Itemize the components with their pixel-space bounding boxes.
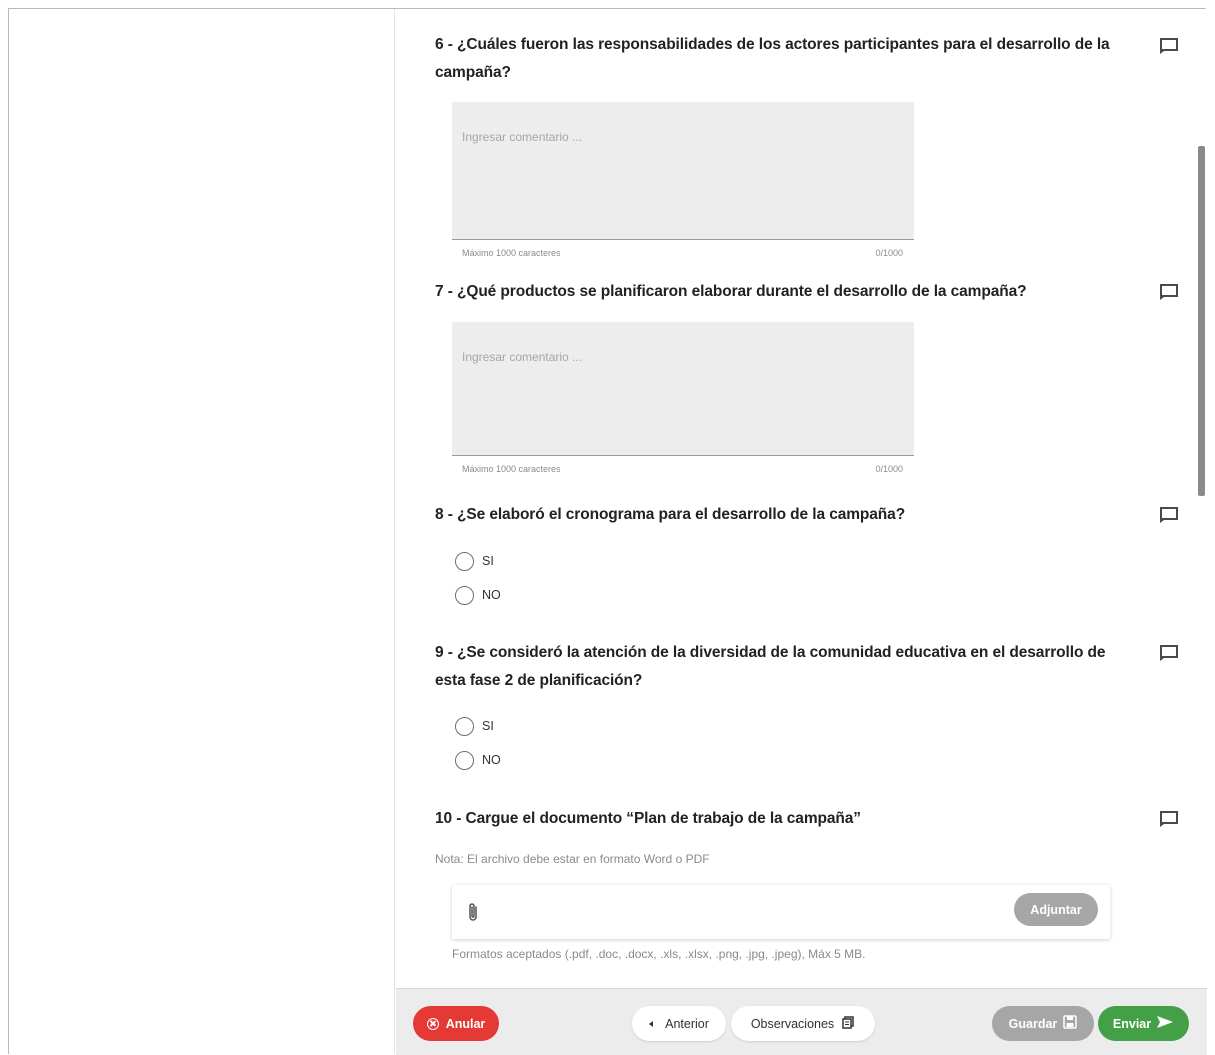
question-6-title: 6 - ¿Cuáles fueron las responsabilidades…: [435, 36, 1110, 81]
question-8-option-si[interactable]: SI: [455, 550, 494, 572]
radio-button[interactable]: [455, 551, 474, 571]
question-7-comment-textarea[interactable]: Ingresar comentario ...: [452, 322, 914, 456]
scrollbar-thumb[interactable]: [1198, 146, 1205, 496]
comment-icon[interactable]: [1158, 505, 1180, 525]
textarea-placeholder: Ingresar comentario ...: [462, 130, 583, 144]
comment-icon[interactable]: [1158, 643, 1180, 663]
radio-button[interactable]: [455, 750, 474, 770]
file-upload-field[interactable]: Adjuntar: [452, 885, 1110, 939]
radio-button[interactable]: [455, 716, 474, 736]
previous-button[interactable]: Anterior: [632, 1006, 726, 1041]
send-icon: [1156, 1015, 1174, 1032]
copy-icon: [842, 1015, 855, 1032]
question-10-title: 10 - Cargue el documento “Plan de trabaj…: [435, 810, 861, 827]
question-9-option-si[interactable]: SI: [455, 715, 494, 737]
chevron-left-icon: [649, 1020, 654, 1027]
comment-icon[interactable]: [1158, 282, 1180, 302]
save-button[interactable]: Guardar: [992, 1006, 1094, 1041]
question-8-title: 8 - ¿Se elaboró el cronograma para el de…: [435, 506, 906, 523]
textarea-placeholder: Ingresar comentario ...: [462, 350, 583, 364]
footer-toolbar: Anular Anterior Observaciones Guardar En…: [396, 988, 1207, 1055]
radio-label: SI: [482, 719, 494, 733]
char-counter: 0/1000: [875, 248, 903, 258]
save-label: Guardar: [1008, 1016, 1058, 1031]
radio-label: NO: [482, 753, 501, 767]
question-6-comment-textarea[interactable]: Ingresar comentario ...: [452, 102, 914, 240]
form-panel: 6 - ¿Cuáles fueron las responsabilidades…: [396, 9, 1207, 1055]
question-9-option-no[interactable]: NO: [455, 749, 501, 771]
radio-button[interactable]: [455, 585, 474, 605]
radio-label: NO: [482, 588, 501, 602]
comment-icon[interactable]: [1158, 809, 1180, 829]
attach-button[interactable]: Adjuntar: [1014, 893, 1098, 926]
paperclip-icon[interactable]: [466, 901, 480, 923]
send-button[interactable]: Enviar: [1098, 1006, 1189, 1041]
question-8-option-no[interactable]: NO: [455, 584, 501, 606]
cancel-button[interactable]: Anular: [413, 1006, 499, 1041]
char-counter: 0/1000: [875, 464, 903, 474]
max-chars-label: Máximo 1000 caracteres: [462, 248, 561, 258]
question-7-helper: Máximo 1000 caracteres 0/1000: [462, 464, 903, 474]
save-icon: [1063, 1015, 1078, 1032]
comment-icon[interactable]: [1158, 36, 1180, 56]
question-6-helper: Máximo 1000 caracteres 0/1000: [462, 248, 903, 258]
accepted-formats: Formatos aceptados (.pdf, .doc, .docx, .…: [452, 947, 866, 961]
cancel-icon: [426, 1017, 439, 1030]
observations-label: Observaciones: [750, 1016, 835, 1031]
question-9-title: 9 - ¿Se consideró la atención de la dive…: [435, 644, 1106, 689]
send-label: Enviar: [1112, 1016, 1152, 1031]
radio-label: SI: [482, 554, 494, 568]
cancel-label: Anular: [445, 1016, 486, 1031]
question-7-title: 7 - ¿Qué productos se planificaron elabo…: [435, 283, 1027, 300]
observations-button[interactable]: Observaciones: [731, 1006, 875, 1041]
file-format-note: Nota: El archivo debe estar en formato W…: [435, 852, 710, 866]
previous-label: Anterior: [665, 1016, 709, 1031]
left-panel: [9, 9, 395, 1054]
max-chars-label: Máximo 1000 caracteres: [462, 464, 561, 474]
app-frame: 6 - ¿Cuáles fueron las responsabilidades…: [8, 8, 1207, 1055]
